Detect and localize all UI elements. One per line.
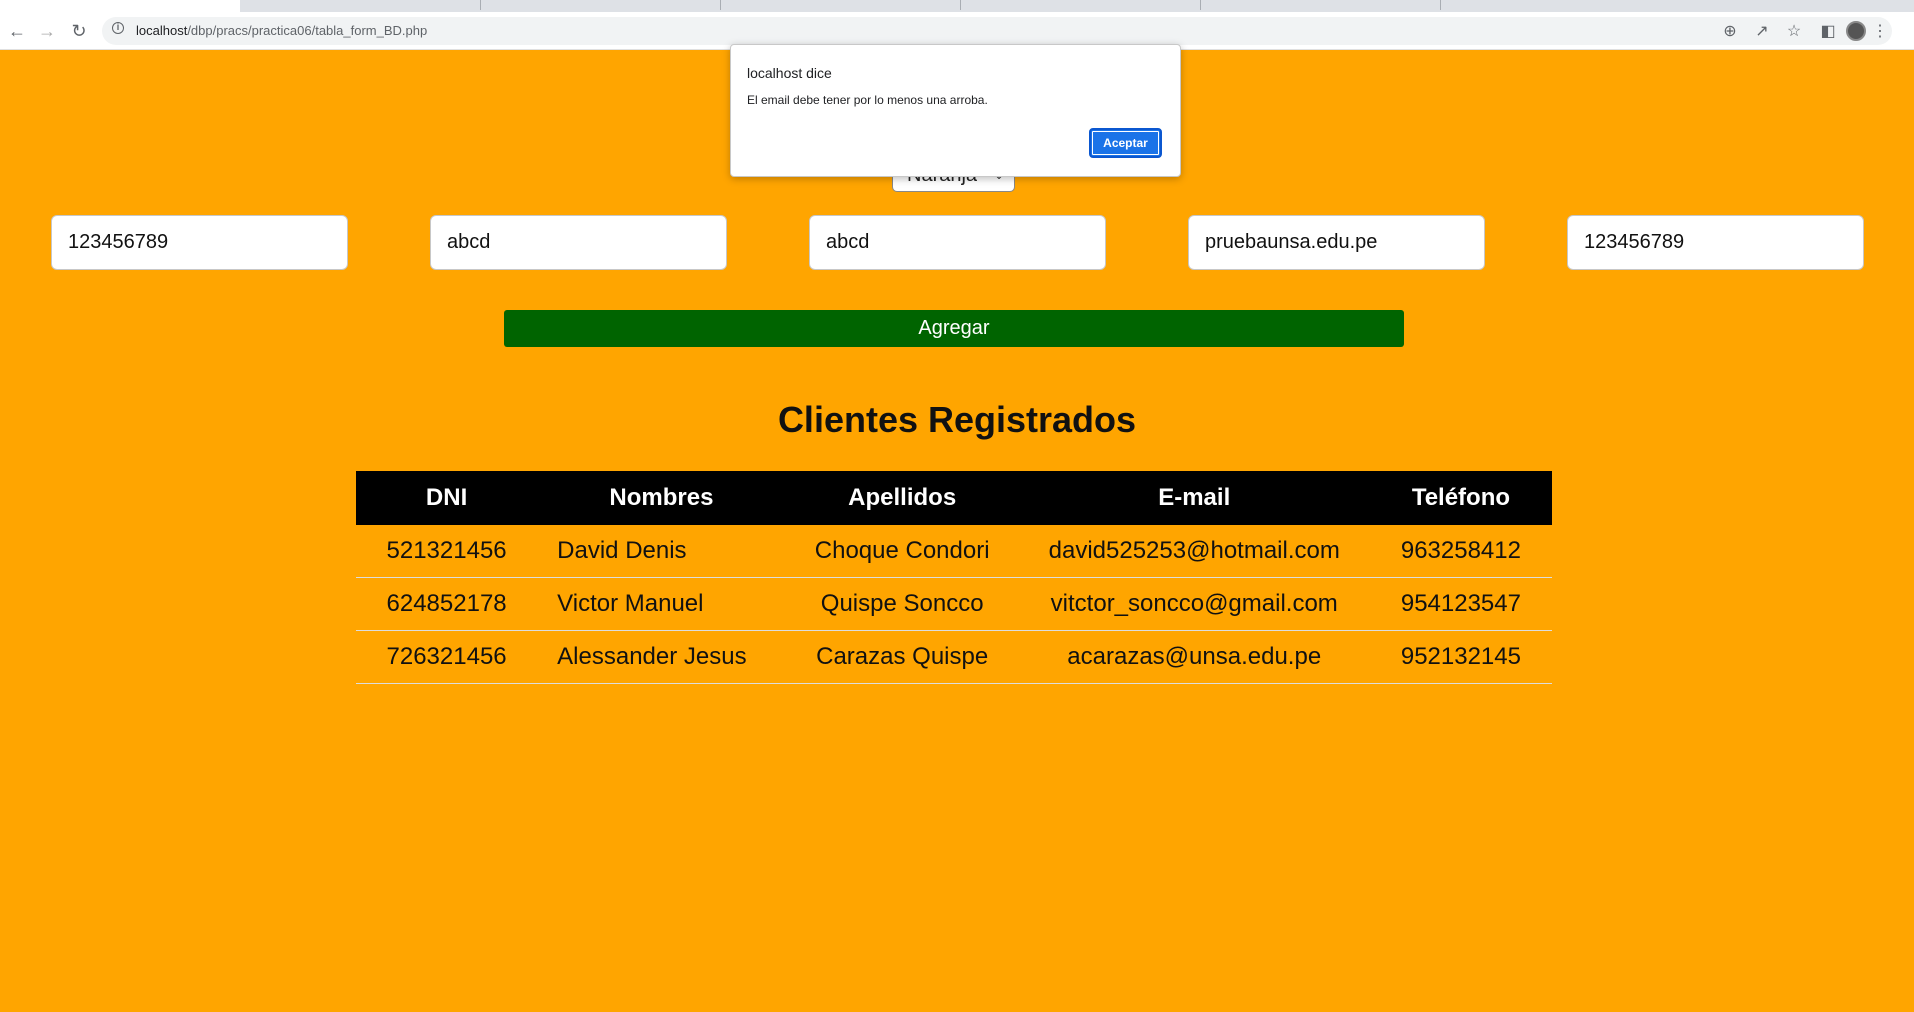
tab-separator [1440, 0, 1441, 10]
cell-telefono: 954123547 [1369, 577, 1552, 631]
cell-email: david525253@hotmail.com [1018, 525, 1370, 578]
table-row: 624852178 Victor Manuel Quispe Soncco vi… [356, 577, 1552, 631]
page-content: Formulario (Practica.06) Naranja⌄ 123456… [0, 50, 1914, 1012]
cell-nombres: Alessander Jesus [537, 630, 786, 684]
tab-separator [720, 0, 721, 10]
cell-dni: 726321456 [356, 630, 538, 684]
dni-input[interactable]: 123456789 [51, 215, 348, 270]
clientes-table: DNI Nombres Apellidos E-mail Teléfono 52… [356, 471, 1552, 684]
header-dni: DNI [356, 471, 538, 525]
site-info-icon[interactable]: i [112, 22, 124, 34]
profile-avatar[interactable] [1846, 20, 1866, 41]
tab-separator [480, 0, 481, 10]
header-email: E-mail [1018, 471, 1370, 525]
email-input[interactable]: pruebaunsa.edu.pe [1188, 215, 1485, 270]
cell-email: acarazas@unsa.edu.pe [1018, 630, 1370, 684]
cell-dni: 624852178 [356, 577, 538, 631]
share-icon[interactable]: ↗ [1746, 21, 1778, 41]
url-host: localhost [136, 23, 188, 38]
more-menu-icon[interactable]: ⋮ [1866, 21, 1894, 41]
cell-apellidos: Choque Condori [785, 525, 1019, 578]
tab-separator [1200, 0, 1201, 10]
active-tab[interactable] [0, 0, 240, 12]
zoom-icon[interactable]: ⊕ [1714, 21, 1746, 41]
table-title: Clientes Registrados [777, 399, 1137, 440]
alert-dialog: localhost dice El email debe tener por l… [730, 44, 1181, 177]
back-icon[interactable]: ← [4, 18, 30, 44]
forward-icon[interactable]: → [34, 18, 60, 44]
cell-nombres: Victor Manuel [537, 577, 786, 631]
table-row: 521321456 David Denis Choque Condori dav… [356, 525, 1552, 578]
cell-apellidos: Quispe Soncco [785, 577, 1019, 631]
cell-telefono: 963258412 [1369, 525, 1552, 578]
cell-dni: 521321456 [356, 525, 538, 578]
dialog-title: localhost dice [747, 65, 832, 81]
url-text[interactable]: localhost/dbp/pracs/practica06/tabla_for… [136, 12, 427, 49]
url-path: /dbp/pracs/practica06/tabla_form_BD.php [187, 23, 428, 38]
side-panel-icon[interactable]: ◧ [1810, 21, 1846, 41]
aceptar-button[interactable]: Aceptar [1089, 128, 1162, 158]
cell-apellidos: Carazas Quispe [785, 630, 1019, 684]
apellidos-input[interactable]: abcd [809, 215, 1106, 270]
bookmark-star-icon[interactable]: ☆ [1778, 21, 1810, 41]
table-row: 726321456 Alessander Jesus Carazas Quisp… [356, 630, 1552, 684]
table-header-row: DNI Nombres Apellidos E-mail Teléfono [356, 471, 1552, 525]
header-apellidos: Apellidos [785, 471, 1019, 525]
cell-telefono: 952132145 [1369, 630, 1552, 684]
reload-icon[interactable]: ↻ [66, 18, 92, 44]
header-nombres: Nombres [537, 471, 786, 525]
cell-email: vitctor_soncco@gmail.com [1018, 577, 1370, 631]
tab-strip [0, 0, 1914, 12]
telefono-input[interactable]: 123456789 [1567, 215, 1864, 270]
agregar-button[interactable]: Agregar [504, 310, 1404, 347]
nombres-input[interactable]: abcd [430, 215, 727, 270]
toolbar-right-icons: ⊕ ↗ ☆ ◧ ⋮ [1714, 12, 1894, 49]
header-telefono: Teléfono [1369, 471, 1552, 525]
tab-separator [960, 0, 961, 10]
cell-nombres: David Denis [537, 525, 786, 578]
dialog-message: El email debe tener por lo menos una arr… [747, 93, 988, 107]
